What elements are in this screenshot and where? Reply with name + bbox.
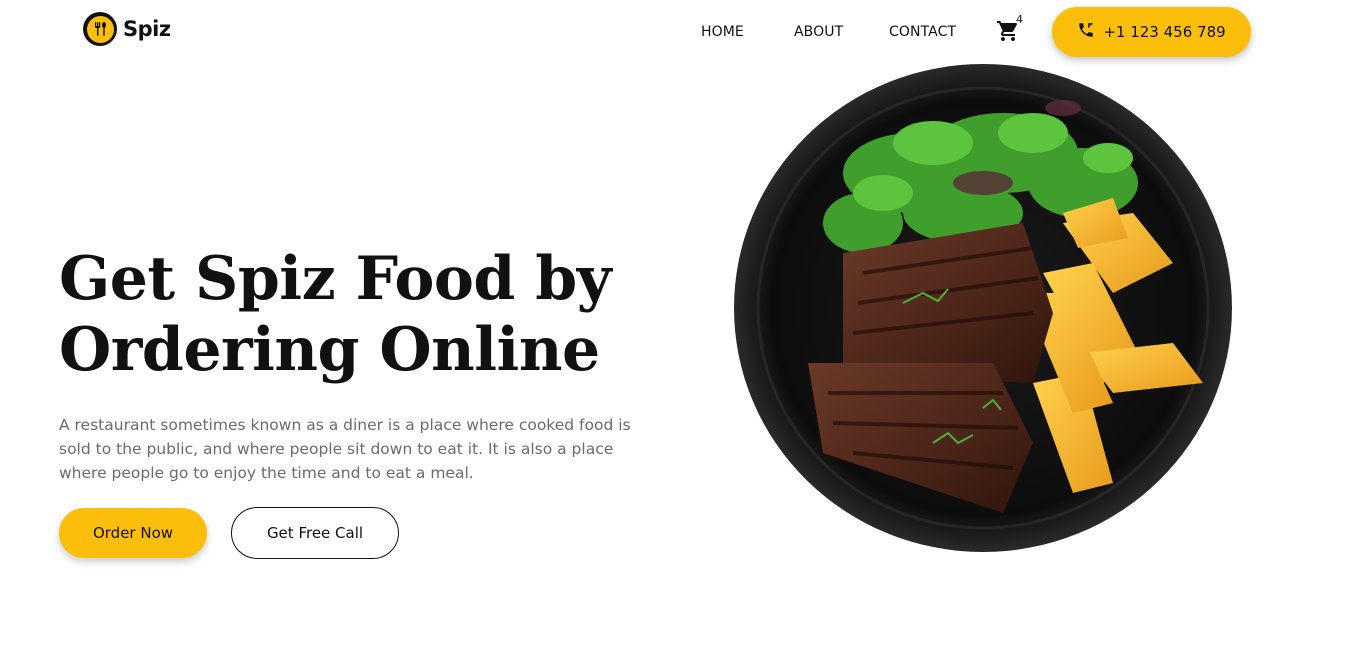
nav-about[interactable]: ABOUT <box>794 24 843 40</box>
phone-call-button[interactable]: +1 123 456 789 <box>1052 7 1251 57</box>
brand-logo[interactable]: Spiz <box>83 12 171 46</box>
phone-number: +1 123 456 789 <box>1103 23 1226 41</box>
order-now-button[interactable]: Order Now <box>59 508 207 558</box>
hero-title-line-2: Ordering Online <box>59 315 600 385</box>
get-free-call-button[interactable]: Get Free Call <box>231 507 399 559</box>
nav-home[interactable]: HOME <box>701 24 744 40</box>
food-plate-image <box>733 63 1233 553</box>
hero-description: A restaurant sometimes known as a diner … <box>59 416 631 482</box>
brand-name: Spiz <box>123 17 171 41</box>
fork-spoon-icon <box>83 12 117 46</box>
hero-title: Get Spiz Food by Ordering Online <box>59 244 679 386</box>
cart-count-badge: 4 <box>1016 13 1023 26</box>
phone-icon <box>1077 21 1095 44</box>
hero-title-line-1: Get Spiz Food by <box>59 244 612 314</box>
nav-contact[interactable]: CONTACT <box>889 24 956 40</box>
